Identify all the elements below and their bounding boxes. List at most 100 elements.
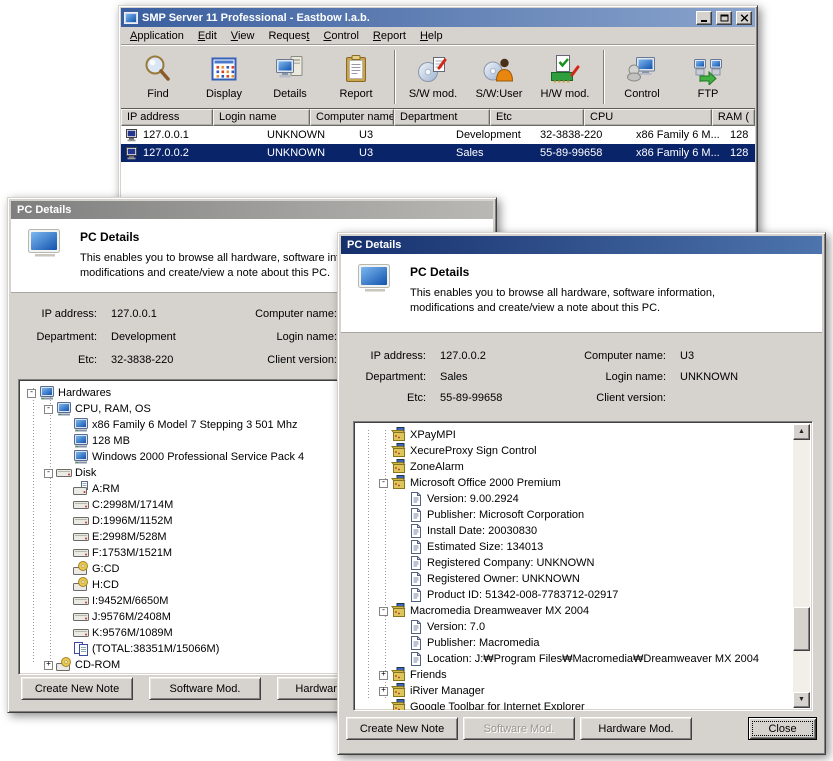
dialog-heading: PC Details xyxy=(410,265,715,279)
tree-item[interactable]: + iRiver Manager xyxy=(356,683,791,699)
expand-toggle[interactable]: + xyxy=(44,661,53,670)
toolbar-button[interactable]: FTP xyxy=(675,47,741,107)
tree-item-icon xyxy=(73,561,89,577)
column-header[interactable]: Computer name xyxy=(310,109,394,126)
etc-value: 55-89-99658 xyxy=(440,392,540,404)
tree-item-icon xyxy=(408,619,424,635)
tree-item[interactable]: ZoneAlarm xyxy=(356,459,791,475)
menu-item[interactable]: Request xyxy=(261,28,316,44)
dialog-button[interactable]: Software Mod. xyxy=(149,677,261,700)
tree-item-label: Publisher: Macromedia xyxy=(427,637,540,649)
tree-item[interactable]: + Friends xyxy=(356,667,791,683)
toolbar-button[interactable]: Find xyxy=(125,47,191,107)
tree-item-label: Install Date: 20030830 xyxy=(427,525,537,537)
dialog-button[interactable]: Hardware Mod. xyxy=(580,717,692,740)
expand-toggle[interactable]: - xyxy=(27,389,36,398)
dialog-button[interactable]: Create New Note xyxy=(21,677,133,700)
column-header[interactable]: RAM ( xyxy=(712,109,755,126)
dialog-button[interactable]: Software Mod. xyxy=(463,717,575,740)
toolbar-button-label: S/W:User xyxy=(476,88,523,100)
close-button[interactable]: Close xyxy=(748,717,817,740)
tree-item-label: Hardwares xyxy=(58,387,111,399)
tree-item-label: Location: J:₩Program Files₩Macromedia₩Dr… xyxy=(427,653,759,665)
column-header[interactable]: Login name xyxy=(213,109,310,126)
menu-item[interactable]: Edit xyxy=(191,28,224,44)
tree-item[interactable]: Product ID: 51342-008-7783712-02917 xyxy=(356,587,791,603)
tree-item-icon xyxy=(408,507,424,523)
scrollbar-thumb[interactable] xyxy=(793,607,810,651)
expand-toggle[interactable]: - xyxy=(379,479,388,488)
expand-toggle[interactable]: - xyxy=(379,607,388,616)
tree-item-icon xyxy=(73,449,89,465)
toolbar-button[interactable]: Control xyxy=(609,47,675,107)
tree-item[interactable]: Version: 9.00.2924 xyxy=(356,491,791,507)
dialog-title: PC Details xyxy=(17,204,71,216)
minimize-button[interactable] xyxy=(696,11,712,25)
expand-toggle[interactable]: + xyxy=(379,671,388,680)
tree-item-label: iRiver Manager xyxy=(410,685,485,697)
tree-item-label: Registered Owner: UNKNOWN xyxy=(427,573,580,585)
toolbar-button[interactable]: Details xyxy=(257,47,323,107)
tree-item[interactable]: - Macromedia Dreamweaver MX 2004 xyxy=(356,603,791,619)
scroll-up-button[interactable]: ▲ xyxy=(793,424,810,440)
tree-item-icon xyxy=(408,555,424,571)
tree-item[interactable]: - Microsoft Office 2000 Premium xyxy=(356,475,791,491)
tree-item-icon xyxy=(408,587,424,603)
column-header[interactable]: Etc xyxy=(490,109,584,126)
computer-name-value: U3 xyxy=(680,350,822,362)
tree-item[interactable]: Registered Company: UNKNOWN xyxy=(356,555,791,571)
tree-item-icon xyxy=(73,593,89,609)
tree-item[interactable]: Version: 7.0 xyxy=(356,619,791,635)
toolbar-button[interactable]: Display xyxy=(191,47,257,107)
tree-item-label: Friends xyxy=(410,669,447,681)
pc-icon xyxy=(126,147,139,160)
pc-info-fields: IP address: 127.0.0.2 Computer name: U3 … xyxy=(341,333,822,404)
scroll-down-button[interactable]: ▼ xyxy=(793,692,810,708)
table-row[interactable]: 127.0.0.1 UNKNOWN U3 Development 32-3838… xyxy=(121,126,755,144)
toolbar-button[interactable]: Report xyxy=(323,47,389,107)
toolbar-button-label: FTP xyxy=(698,88,719,100)
close-window-button[interactable] xyxy=(736,11,752,25)
tree-item-label: Version: 7.0 xyxy=(427,621,485,633)
expand-toggle[interactable]: + xyxy=(379,687,388,696)
menu-item[interactable]: Control xyxy=(316,28,365,44)
maximize-button[interactable] xyxy=(716,11,732,25)
tree-item[interactable]: Location: J:₩Program Files₩Macromedia₩Dr… xyxy=(356,651,791,667)
toolbar-button-label: S/W mod. xyxy=(409,88,457,100)
menu-item[interactable]: Help xyxy=(413,28,450,44)
toolbar-button[interactable]: H/W mod. xyxy=(532,47,598,107)
client-version-label: Client version: xyxy=(554,392,666,404)
column-header[interactable]: CPU xyxy=(584,109,712,126)
toolbar-button[interactable]: S/W mod. xyxy=(400,47,466,107)
tree-item[interactable]: Registered Owner: UNKNOWN xyxy=(356,571,791,587)
column-header[interactable]: IP address xyxy=(121,109,213,126)
close-icon xyxy=(740,14,749,22)
toolbar-button[interactable]: S/W:User xyxy=(466,47,532,107)
tree-item[interactable]: Install Date: 20030830 xyxy=(356,523,791,539)
tree-item-label: A:RM xyxy=(92,483,120,495)
tree-item[interactable]: XecureProxy Sign Control xyxy=(356,443,791,459)
toolbar-button-label: Find xyxy=(147,88,168,100)
tree-item[interactable]: Publisher: Microsoft Corporation xyxy=(356,507,791,523)
tree-item-icon xyxy=(391,603,407,619)
menu-item[interactable]: Application xyxy=(123,28,191,44)
tree-item-label: F:1753M/1521M xyxy=(92,547,172,559)
vertical-scrollbar[interactable]: ▲ ▼ xyxy=(793,424,810,708)
menu-item[interactable]: Report xyxy=(366,28,413,44)
expand-toggle[interactable]: - xyxy=(44,469,53,478)
software-tree-items: XPayMPI XecureProxy Sign Control ZoneAla… xyxy=(356,427,791,711)
expand-toggle[interactable]: - xyxy=(44,405,53,414)
table-row[interactable]: 127.0.0.2 UNKNOWN U3 Sales 55-89-99658 x… xyxy=(121,144,755,162)
column-header[interactable]: Department xyxy=(394,109,490,126)
toolbar-button-label: Details xyxy=(273,88,307,100)
tree-item-icon xyxy=(408,523,424,539)
department-value: Sales xyxy=(440,371,540,383)
tree-item[interactable]: Publisher: Macromedia xyxy=(356,635,791,651)
tree-item[interactable]: Google Toolbar for Internet Explorer xyxy=(356,699,791,711)
dialog-button[interactable]: Create New Note xyxy=(346,717,458,740)
tree-item-label: Microsoft Office 2000 Premium xyxy=(410,477,561,489)
tree-item[interactable]: Estimated Size: 134013 xyxy=(356,539,791,555)
menu-item[interactable]: View xyxy=(224,28,262,44)
tree-item[interactable]: XPayMPI xyxy=(356,427,791,443)
cell-computer: U3 xyxy=(354,129,451,141)
